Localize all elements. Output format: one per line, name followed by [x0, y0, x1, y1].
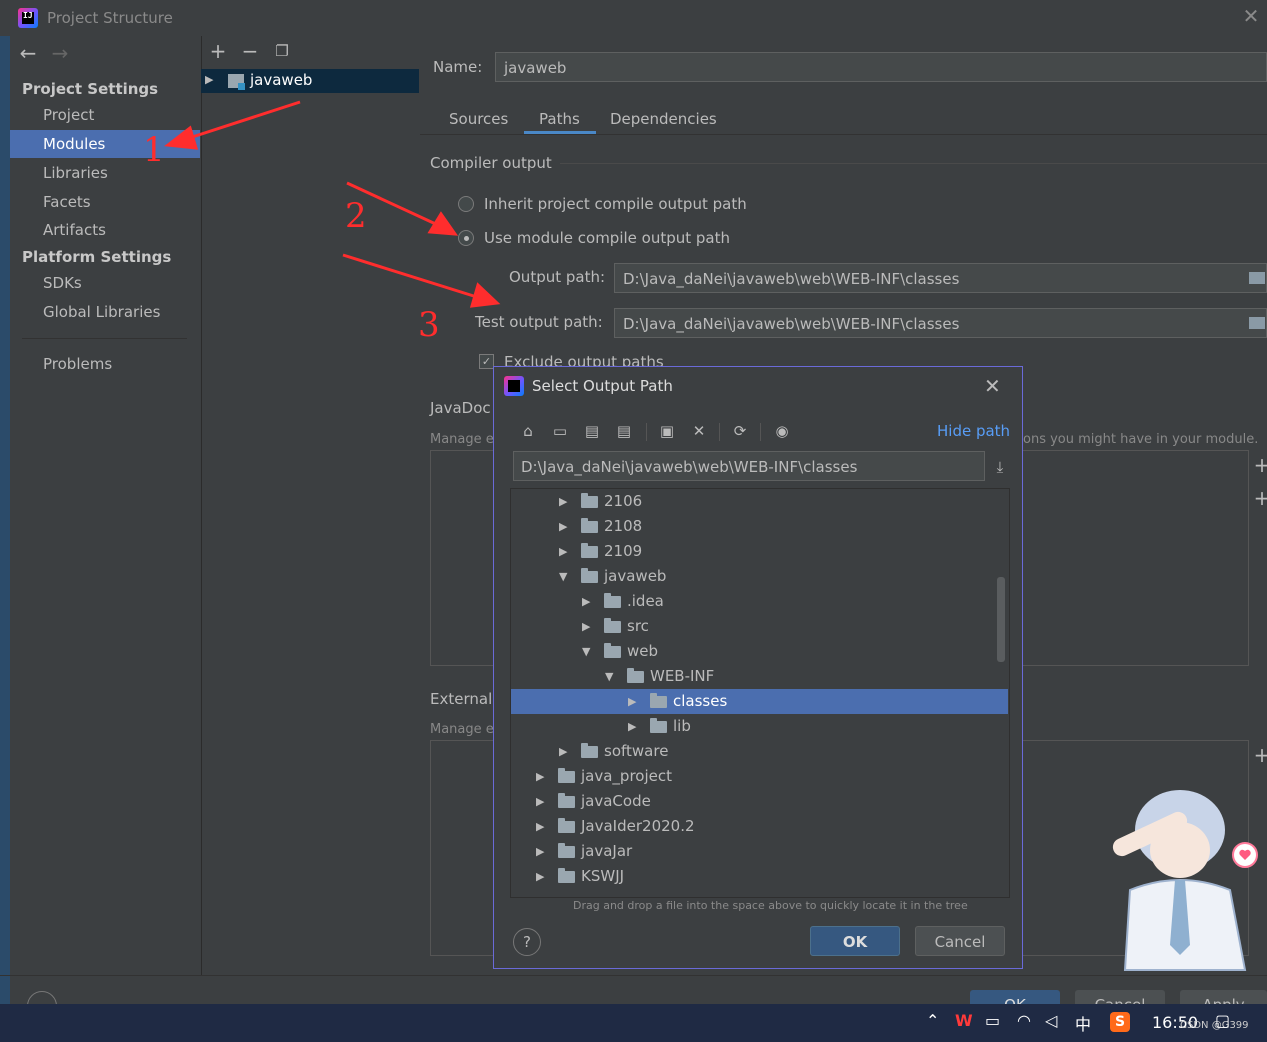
annotation-number-1: 1 — [143, 130, 165, 170]
annotation-number-2: 2 — [345, 196, 367, 236]
wps-icon[interactable]: W — [955, 1011, 973, 1030]
annotation-number-3: 3 — [418, 305, 440, 345]
arrow-3-head — [469, 282, 501, 308]
battery-icon[interactable]: ▭ — [985, 1011, 1000, 1030]
wifi-icon[interactable]: ◠ — [1017, 1011, 1031, 1030]
anime-sticker — [1112, 790, 1258, 971]
tray-chevron-icon[interactable]: ⌃ — [926, 1011, 939, 1030]
arrow-3-shaft — [342, 253, 481, 300]
sogou-icon[interactable]: S — [1110, 1012, 1130, 1032]
arrow-1-shaft — [179, 100, 301, 143]
notification-icon[interactable]: ▢ — [1215, 1011, 1230, 1030]
ime-indicator[interactable]: 中 — [1075, 1011, 1091, 1035]
volume-icon[interactable]: ◁ — [1045, 1011, 1057, 1030]
arrow-1-head — [164, 125, 199, 150]
arrow-2-head — [427, 211, 459, 236]
